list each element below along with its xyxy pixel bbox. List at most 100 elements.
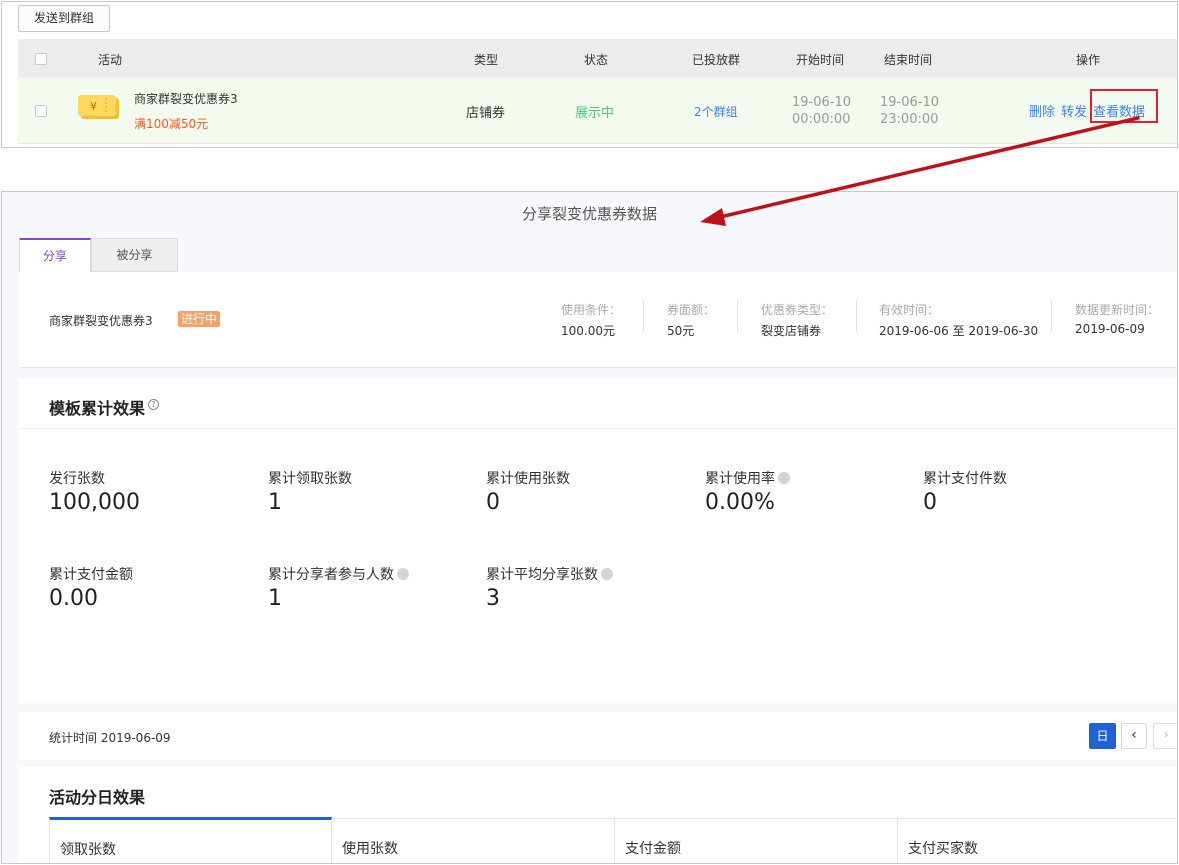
metric-label-row: 累计分享者参与人数: [268, 564, 409, 584]
info-label: 券面额：: [667, 303, 716, 317]
share-data-panel: 分享裂变优惠券数据 分享 被分享 商家群裂变优惠券3 进行中 使用条件： 100…: [1, 191, 1178, 864]
divider: [1051, 300, 1052, 332]
daily-effect-card: 活动分日效果 领取张数 使用张数 支付金额 支付买家数: [19, 767, 1177, 863]
daily-metric-tabs: 领取张数 使用张数 支付金额 支付买家数: [49, 817, 1177, 863]
info-dot-icon[interactable]: [397, 568, 409, 580]
metric-paid-amount: 累计支付金额 0.00: [49, 564, 133, 611]
coupon-symbol: ¥: [90, 100, 97, 113]
divider: [856, 300, 857, 332]
header-activity: 活动: [98, 53, 123, 67]
info-label: 使用条件：: [561, 303, 622, 317]
header-groups: 已投放群: [692, 53, 741, 67]
metric-use-rate: 累计使用率 0.00%: [705, 468, 790, 515]
info-coupon-type: 优惠券类型： 裂变店铺券: [761, 301, 833, 339]
info-value: 裂变店铺券: [761, 324, 822, 338]
end-time-cell: 19-06-10 23:00:00: [880, 94, 939, 128]
start-date: 19-06-10: [792, 95, 852, 110]
info-dot-icon[interactable]: [601, 568, 613, 580]
metric-label: 累计平均分享张数: [486, 567, 598, 583]
metric-label: 累计使用张数: [486, 471, 570, 487]
info-valid-time: 有效时间： 2019-06-06 至 2019-06-30: [879, 301, 1038, 339]
table-header: 活动 类型 状态 已投放群 开始时间 结束时间 操作: [18, 39, 1177, 78]
header-start-time: 开始时间: [796, 53, 845, 67]
info-update-time: 数据更新时间： 2019-06-09: [1075, 301, 1159, 336]
help-icon[interactable]: ?: [148, 399, 159, 410]
metric-value: 0: [923, 490, 937, 515]
metric-claimed: 累计领取张数 1: [268, 468, 352, 515]
day-button[interactable]: 日: [1089, 723, 1116, 749]
annotation-highlight-box: [1090, 89, 1158, 123]
metric-label: 累计使用率: [705, 471, 775, 487]
tab-shared[interactable]: 被分享: [91, 238, 178, 272]
tab-used-count[interactable]: 使用张数: [332, 819, 615, 863]
metric-value: 0.00: [49, 586, 98, 611]
activity-name: 商家群裂变优惠券3: [134, 92, 238, 106]
activity-price: 满100减50元: [134, 117, 209, 131]
panel-title: 分享裂变优惠券数据: [521, 205, 657, 223]
metric-label: 累计支付金额: [49, 567, 133, 583]
cumulative-metrics-card: 模板累计效果 ? 发行张数 100,000 累计领取张数 1 累计使用张数 0 …: [19, 378, 1177, 703]
info-value: 2019-06-06 至 2019-06-30: [879, 324, 1039, 338]
end-date: 19-06-10: [880, 95, 940, 110]
stat-toolbar: 统计时间 2019-06-09 日 ‹ ›: [19, 712, 1177, 760]
delete-link[interactable]: 删除: [1029, 101, 1055, 120]
metric-label-row: 累计使用率: [705, 468, 790, 488]
end-clock: 23:00:00: [880, 112, 939, 127]
prev-arrow-icon[interactable]: ‹: [1121, 723, 1147, 749]
metric-used: 累计使用张数 0: [486, 468, 570, 515]
metric-value: 0: [486, 490, 500, 515]
info-label: 有效时间：: [879, 303, 940, 317]
send-to-group-button[interactable]: 发送到群组: [18, 5, 110, 32]
metric-sharers: 累计分享者参与人数 1: [268, 564, 409, 611]
next-arrow-icon[interactable]: ›: [1153, 723, 1177, 749]
tab-share[interactable]: 分享: [19, 238, 91, 272]
divider: [19, 428, 1177, 429]
status-badge: 进行中: [178, 311, 221, 327]
metric-avg-shares: 累计平均分享张数 3: [486, 564, 613, 611]
info-condition: 使用条件： 100.00元: [561, 301, 621, 339]
coupon-info-card: 商家群裂变优惠券3 进行中 使用条件： 100.00元 券面额： 50元 优惠券…: [19, 272, 1177, 368]
status-cell: 展示中: [575, 106, 615, 121]
start-clock: 00:00:00: [792, 112, 851, 127]
campaign-list-panel: 发送到群组 活动 类型 状态 已投放群 开始时间 结束时间 操作 ¥ 商家群裂变…: [1, 1, 1178, 148]
type-cell: 店铺券: [466, 106, 506, 121]
metric-value: 3: [486, 586, 500, 611]
start-time-cell: 19-06-10 00:00:00: [792, 94, 851, 128]
forward-link[interactable]: 转发: [1061, 101, 1087, 120]
header-operations: 操作: [1076, 53, 1101, 67]
select-all-checkbox[interactable]: [35, 53, 47, 65]
header-type: 类型: [474, 53, 499, 67]
info-label: 数据更新时间：: [1075, 303, 1160, 317]
table-row: ¥ 商家群裂变优惠券3 满100减50元 店铺券 展示中 2个群组 19-06-…: [18, 78, 1177, 144]
row-checkbox[interactable]: [35, 105, 47, 117]
info-value: 100.00元: [561, 324, 615, 338]
metrics-title: 模板累计效果: [49, 399, 146, 418]
coupon-name: 商家群裂变优惠券3: [49, 314, 153, 328]
divider: [643, 300, 644, 332]
metric-issued: 发行张数 100,000: [49, 468, 140, 515]
daily-title: 活动分日效果: [49, 788, 146, 807]
info-value: 50元: [667, 324, 695, 338]
metric-paid-items: 累计支付件数 0: [923, 468, 1007, 515]
metric-label: 发行张数: [49, 471, 105, 487]
header-status: 状态: [584, 53, 609, 67]
info-value: 2019-06-09: [1075, 322, 1145, 336]
info-label: 优惠券类型：: [761, 303, 834, 317]
groups-link[interactable]: 2个群组: [694, 103, 738, 120]
coupon-icon: ¥: [78, 95, 119, 119]
metric-label-row: 累计平均分享张数: [486, 564, 613, 584]
divider: [737, 300, 738, 332]
tab-paid-amount[interactable]: 支付金额: [615, 819, 898, 863]
metric-value: 0.00%: [705, 490, 775, 515]
info-dot-icon[interactable]: [778, 472, 790, 484]
metric-label: 累计支付件数: [923, 471, 1007, 487]
metric-label: 累计领取张数: [268, 471, 352, 487]
tab-claimed-count[interactable]: 领取张数: [49, 817, 332, 863]
stat-time: 统计时间 2019-06-09: [49, 731, 171, 745]
info-face-value: 券面额： 50元: [667, 301, 715, 339]
metric-label: 累计分享者参与人数: [268, 567, 394, 583]
metric-value: 1: [268, 490, 282, 515]
header-end-time: 结束时间: [884, 53, 933, 67]
tab-paid-buyers[interactable]: 支付买家数: [898, 819, 1177, 863]
metric-value: 100,000: [49, 490, 140, 515]
